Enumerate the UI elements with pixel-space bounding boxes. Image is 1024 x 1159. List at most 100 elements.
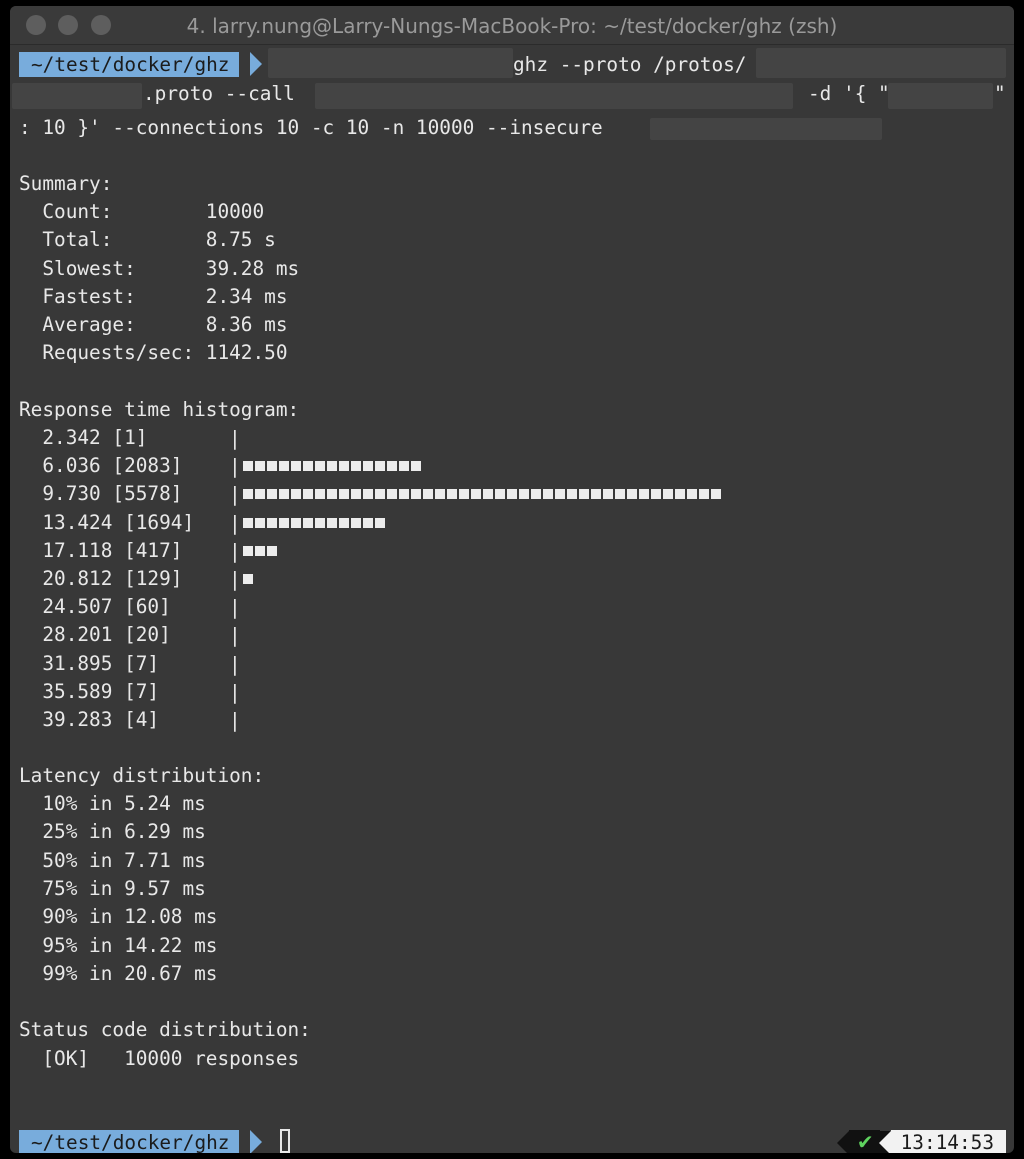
histogram-bar-block — [314, 461, 325, 471]
command-line-3: : 10 }' --connections 10 -c 10 -n 10000 … — [19, 116, 603, 139]
histogram-bar-block — [518, 489, 529, 499]
histogram-bar-block — [242, 574, 253, 584]
histogram-bar-block — [254, 546, 265, 556]
histogram-bar-block — [338, 461, 349, 471]
latency-row: 90% in 12.08 ms — [19, 905, 218, 928]
histogram-axis-pipe: | — [229, 482, 241, 506]
terminal-window: 4. larry.nung@Larry-Nungs-MacBook-Pro: ~… — [10, 6, 1014, 1153]
histogram-bar-block — [554, 489, 565, 499]
text-cursor — [280, 1129, 290, 1153]
histogram-bar-block — [242, 518, 253, 528]
check-icon: ✔ — [848, 1130, 880, 1153]
histogram-bucket-label: 35.589 [7] — [19, 680, 160, 703]
histogram-bar-block — [350, 461, 361, 471]
histogram-bar-block — [434, 489, 445, 499]
histogram-bar-block — [446, 489, 457, 499]
histogram-bar-block — [290, 518, 301, 528]
histogram-bar-block — [278, 489, 289, 499]
histogram-axis-pipe: | — [229, 567, 241, 591]
histogram-bucket-label: 39.283 [4] — [19, 708, 160, 731]
histogram-bar-block — [350, 489, 361, 499]
histogram-bar-block — [302, 461, 313, 471]
histogram-bar-block — [422, 489, 433, 499]
command-line-2a: .proto --call — [143, 82, 295, 105]
prompt-path-segment: ~/test/docker/ghz — [19, 52, 240, 77]
histogram-bar-row: | — [229, 424, 243, 452]
histogram-bar-block — [362, 489, 373, 499]
histogram-bar-row: | — [229, 509, 385, 537]
prompt-arrow-icon — [250, 1130, 262, 1153]
histogram-bucket-label: 20.812 [129] — [19, 567, 183, 590]
histogram-axis-pipe: | — [229, 539, 241, 563]
redacted-block — [650, 118, 882, 140]
histogram-bar-row: | — [229, 678, 243, 706]
histogram-bar-block — [602, 489, 613, 499]
histogram-bar-block — [242, 546, 253, 556]
histogram-bar-block — [254, 489, 265, 499]
redacted-block — [268, 48, 513, 78]
prompt-path-segment: ~/test/docker/ghz — [19, 1130, 240, 1153]
right-prompt: ✔ 13:14:53 — [836, 1130, 1006, 1153]
histogram-bucket-label: 28.201 [20] — [19, 623, 171, 646]
prompt-arrow-icon — [878, 1130, 891, 1153]
histogram-bar-block — [662, 489, 673, 499]
histogram-bar-block — [326, 489, 337, 499]
histogram-bucket-label: 9.730 [5578] — [19, 482, 183, 505]
histogram-bar-block — [266, 489, 277, 499]
latency-row: 95% in 14.22 ms — [19, 934, 218, 957]
histogram-axis-pipe: | — [229, 623, 241, 647]
histogram-bar-block — [254, 518, 265, 528]
command-line-1: ghz --proto /protos/ — [513, 53, 747, 76]
histogram-bar-block — [338, 518, 349, 528]
histogram-bar-block — [326, 461, 337, 471]
histogram-bar-block — [542, 489, 553, 499]
prompt-arrow-icon — [250, 52, 262, 76]
terminal-content[interactable]: ~/test/docker/ghz ghz --proto /protos/ .… — [10, 45, 1014, 1153]
histogram-axis-pipe: | — [229, 708, 241, 732]
summary-row: Total: 8.75 s — [19, 228, 276, 251]
summary-row: Fastest: 2.34 ms — [19, 285, 288, 308]
histogram-bar-block — [278, 518, 289, 528]
histogram-bar — [242, 546, 277, 556]
redacted-block — [12, 83, 142, 109]
histogram-bucket-label: 31.895 [7] — [19, 652, 160, 675]
histogram-bar-block — [290, 461, 301, 471]
histogram-bar-block — [374, 489, 385, 499]
histogram-bar-block — [398, 489, 409, 499]
histogram-axis-pipe: | — [229, 511, 241, 535]
histogram-bar-block — [530, 489, 541, 499]
histogram-axis-pipe: | — [229, 595, 241, 619]
histogram-bar-block — [242, 489, 253, 499]
histogram-bar-row: | — [229, 565, 253, 593]
histogram-axis-pipe: | — [229, 454, 241, 478]
status-row: [OK] 10000 responses — [19, 1047, 300, 1070]
summary-row: Average: 8.36 ms — [19, 313, 288, 336]
latency-row: 75% in 9.57 ms — [19, 877, 206, 900]
histogram-bucket-label: 2.342 [1] — [19, 426, 148, 449]
histogram-bucket-label: 13.424 [1694] — [19, 511, 195, 534]
histogram-bar-block — [650, 489, 661, 499]
histogram-bar-row: | — [229, 537, 277, 565]
histogram-bar-row: | — [229, 593, 243, 621]
histogram-bar-block — [470, 489, 481, 499]
latency-row: 25% in 6.29 ms — [19, 820, 206, 843]
histogram-bar-block — [350, 518, 361, 528]
histogram-bar-block — [626, 489, 637, 499]
histogram-bar-block — [638, 489, 649, 499]
latency-heading: Latency distribution: — [19, 764, 265, 787]
histogram-bar-block — [578, 489, 589, 499]
histogram-bar-block — [326, 518, 337, 528]
histogram-bar-block — [266, 518, 277, 528]
histogram-bar-block — [410, 461, 421, 471]
histogram-bar-block — [314, 518, 325, 528]
histogram-bar-block — [338, 489, 349, 499]
histogram-bar-block — [506, 489, 517, 499]
redacted-block — [315, 83, 793, 109]
histogram-bucket-label: 17.118 [417] — [19, 539, 183, 562]
histogram-bar-block — [494, 489, 505, 499]
histogram-bar-block — [374, 518, 385, 528]
latency-row: 10% in 5.24 ms — [19, 792, 206, 815]
histogram-bar-block — [254, 461, 265, 471]
summary-row: Count: 10000 — [19, 200, 265, 223]
window-title: 4. larry.nung@Larry-Nungs-MacBook-Pro: ~… — [186, 14, 838, 38]
